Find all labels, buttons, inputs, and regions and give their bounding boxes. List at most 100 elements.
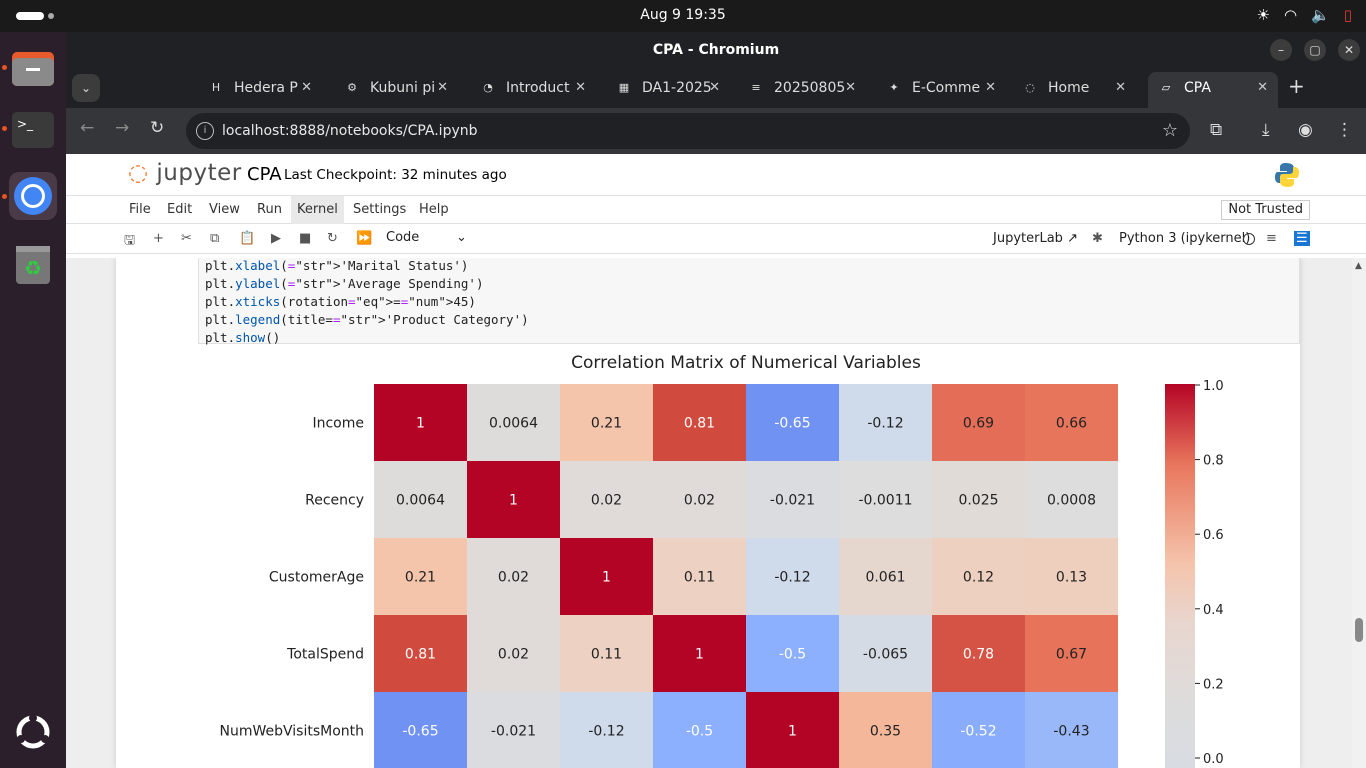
tab-e-comme[interactable]: ✦ E-Comme ✕ [876, 72, 1006, 108]
code-cell[interactable]: plt.xlabel(="str">'Marital Status') plt.… [198, 258, 1300, 345]
tab-favicon-icon: ⚙ [347, 81, 357, 94]
menu-run[interactable]: Run [251, 196, 288, 224]
menu-icon[interactable]: ⋮ [1336, 120, 1353, 140]
profile-icon[interactable]: ◉ [1298, 120, 1313, 140]
minimize-button[interactable]: – [1270, 39, 1292, 61]
notebook-page: plt.xlabel(="str">'Marital Status') plt.… [116, 258, 1300, 768]
heatmap-cell-label: 0.0008 [1047, 493, 1096, 509]
tab-close-icon[interactable]: ✕ [1257, 72, 1268, 104]
heatmap-cell-label: 0.025 [958, 493, 998, 509]
heatmap-cell-label: -0.021 [491, 724, 536, 740]
heatmap-cell-label: 0.21 [591, 416, 622, 432]
jupyter-logo[interactable]: ◌ jupyter [128, 160, 242, 186]
tab-da1-2025[interactable]: ▦ DA1-2025 ✕ [606, 72, 730, 108]
toc-icon[interactable]: ☰ [1294, 231, 1310, 246]
files-app-icon[interactable] [9, 44, 57, 92]
scroll-up-icon[interactable]: ▲ [1355, 261, 1362, 271]
restart-icon[interactable]: ↻ [327, 231, 338, 246]
tab-close-icon[interactable]: ✕ [845, 72, 856, 104]
battery-icon: ▯ [1343, 6, 1352, 24]
system-clock[interactable]: Aug 9 19:35 [0, 7, 1366, 23]
stop-icon[interactable]: ■ [299, 231, 311, 246]
back-button[interactable]: ← [80, 118, 94, 138]
heatmap-cell-label: 0.12 [963, 570, 994, 586]
trash-app-icon[interactable]: ♻ [9, 240, 57, 288]
debugger-icon[interactable]: ✱ [1092, 231, 1103, 246]
trust-button[interactable]: Not Trusted [1221, 200, 1310, 220]
tab-close-icon[interactable]: ✕ [437, 72, 448, 104]
tab-favicon-icon: ▦ [618, 81, 630, 94]
tab-hedera-p[interactable]: H Hedera P ✕ [198, 72, 322, 108]
tab-20250805[interactable]: ≡ 20250805 ✕ [738, 72, 866, 108]
cell-type-select[interactable]: Code ⌄ [386, 230, 467, 245]
menu-view[interactable]: View [203, 196, 246, 224]
heatmap-cell-label: -0.0011 [858, 493, 912, 509]
tab-kubuni-pi[interactable]: ⚙ Kubuni pi ✕ [334, 72, 458, 108]
svg-text:>_: >_ [17, 117, 34, 131]
tab-cpa[interactable]: ▱ CPA ✕ [1148, 72, 1278, 108]
copy-icon[interactable]: ⧉ [210, 231, 219, 246]
menu-file[interactable]: File [123, 196, 157, 224]
bookmark-star-icon[interactable]: ☆ [1162, 113, 1178, 149]
reload-button[interactable]: ↻ [150, 118, 164, 138]
new-tab-button[interactable]: + [1288, 74, 1305, 98]
heatmap-row-label: CustomerAge [269, 570, 364, 586]
running-indicator [2, 65, 7, 70]
scroll-thumb[interactable] [1355, 618, 1363, 642]
tab-close-icon[interactable]: ✕ [1115, 72, 1126, 104]
tab-label: CPA [1184, 80, 1211, 96]
menu-settings[interactable]: Settings [347, 196, 412, 224]
volume-icon: 🔈 [1311, 6, 1330, 24]
restart-run-all-icon[interactable]: ⏩ [356, 231, 372, 246]
code-line: plt.xticks(rotation="eq">=="num">45) [205, 294, 476, 309]
heatmap-cell-label: -0.43 [1053, 724, 1089, 740]
tab-close-icon[interactable]: ✕ [301, 72, 312, 104]
terminal-app-icon[interactable]: >_ [9, 106, 57, 154]
cut-icon[interactable]: ✂ [181, 231, 192, 246]
notebook-area: plt.xlabel(="str">'Marital Status') plt.… [66, 258, 1366, 768]
menu-edit[interactable]: Edit [161, 196, 198, 224]
site-info-icon[interactable]: i [196, 122, 214, 140]
address-bar[interactable]: i localhost:8888/notebooks/CPA.ipynb ☆ [186, 113, 1190, 149]
tab-close-icon[interactable]: ✕ [575, 72, 586, 104]
tab-home[interactable]: ◌ Home ✕ [1012, 72, 1136, 108]
tab-search-button[interactable]: ⌄ [72, 74, 100, 102]
colorbar [1165, 384, 1195, 768]
tab-introduct[interactable]: ◔ Introduct ✕ [470, 72, 596, 108]
menu-help[interactable]: Help [413, 196, 455, 224]
notebook-name[interactable]: CPA [247, 164, 282, 185]
tab-favicon-icon: ✦ [889, 81, 899, 94]
menu-kernel[interactable]: Kernel [291, 196, 344, 224]
extensions-icon[interactable]: ⧉ [1210, 120, 1222, 140]
paste-icon[interactable]: 📋 [239, 231, 255, 246]
heatmap-cell-label: -0.12 [867, 416, 903, 432]
kernel-name[interactable]: Python 3 (ipykernel) [1119, 231, 1250, 246]
forward-button[interactable]: → [115, 118, 129, 138]
list-icon[interactable]: ≡ [1266, 231, 1277, 246]
window-titlebar: CPA - Chromium – ▢ ✕ [66, 32, 1366, 68]
code-line: plt.ylabel(="str">'Average Spending') [205, 276, 484, 291]
running-indicator [2, 126, 7, 131]
tab-close-icon[interactable]: ✕ [709, 72, 720, 104]
tab-label: Home [1048, 80, 1090, 96]
heatmap-cell-label: 1 [509, 493, 518, 509]
chromium-app-icon[interactable] [9, 172, 57, 220]
save-icon[interactable]: 🖫 [124, 231, 135, 253]
jupyter-orb-icon: ◌ [128, 160, 149, 186]
heatmap-cell-label: -0.12 [588, 724, 624, 740]
system-tray[interactable]: ☀ ◠ 🔈 ▯ [1257, 6, 1353, 24]
code-line: plt.show() [205, 330, 281, 345]
add-cell-icon[interactable]: + [153, 231, 164, 246]
page-scrollbar[interactable]: ▲ [1352, 258, 1366, 768]
heatmap-cell-label: -0.65 [774, 416, 810, 432]
jupyterlab-link[interactable]: JupyterLab ↗ [993, 231, 1078, 246]
system-top-bar: Aug 9 19:35 ☀ ◠ 🔈 ▯ [0, 0, 1366, 32]
run-icon[interactable]: ▶ [271, 231, 281, 246]
tab-close-icon[interactable]: ✕ [985, 72, 996, 104]
close-button[interactable]: ✕ [1338, 39, 1360, 61]
tab-label: E-Comme [912, 80, 981, 96]
brightness-icon: ☀ [1256, 6, 1270, 24]
downloads-icon[interactable]: ⤓ [1262, 120, 1270, 140]
maximize-button[interactable]: ▢ [1304, 39, 1326, 61]
show-apps-icon[interactable] [9, 708, 57, 756]
